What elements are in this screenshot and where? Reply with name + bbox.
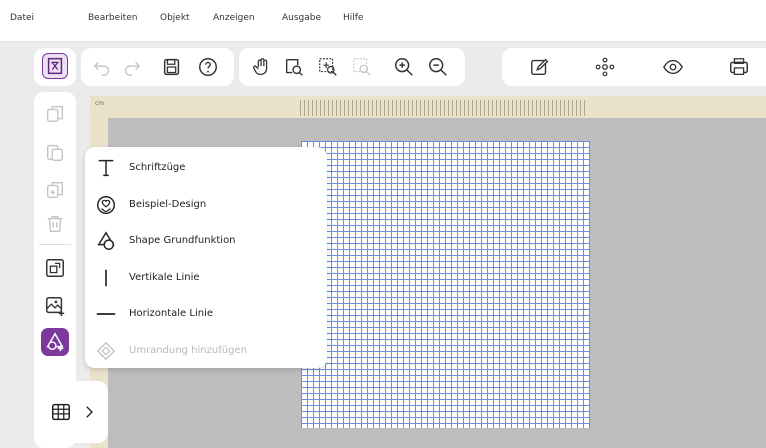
- edit-button[interactable]: [527, 54, 553, 80]
- sample-design-icon: [95, 194, 117, 216]
- horizontal-line-icon: [95, 303, 117, 325]
- preview-icon: [663, 59, 683, 75]
- delete-button[interactable]: [41, 210, 69, 238]
- border-icon: [95, 340, 117, 362]
- duplicate-icon: [46, 181, 64, 199]
- zoom-select-button[interactable]: [281, 54, 307, 80]
- menu-item-label: Schriftzüge: [129, 162, 186, 173]
- ruler-unit-label: cm: [95, 100, 105, 107]
- menu-item-label: Beispiel-Design: [129, 199, 207, 210]
- menu-objekt[interactable]: Objekt: [160, 13, 190, 23]
- menu-bearbeiten[interactable]: Bearbeiten: [88, 13, 137, 23]
- table-grid-icon: [52, 403, 70, 421]
- toolbar-group-view: [239, 48, 465, 86]
- zoom-in-button[interactable]: [391, 54, 417, 80]
- menu-item-text[interactable]: Schriftzüge: [93, 153, 323, 183]
- paste-icon: [46, 144, 64, 161]
- sheet-button[interactable]: [42, 53, 68, 79]
- add-shape-button[interactable]: [41, 328, 69, 356]
- text-icon: [95, 157, 117, 179]
- toolbar-group-mode: [502, 48, 766, 86]
- menu-item-label: Shape Grundfunktion: [129, 235, 236, 246]
- menu-item-shape[interactable]: Shape Grundfunktion: [93, 226, 323, 256]
- sheet-icon: [47, 57, 63, 75]
- menu-item-vertical-line[interactable]: Vertikale Linie: [93, 263, 323, 293]
- copy-icon: [46, 105, 64, 123]
- zoom-out-button[interactable]: [425, 54, 451, 80]
- help-button[interactable]: [195, 54, 221, 80]
- toolbar: [0, 42, 766, 92]
- duplicate-button[interactable]: [41, 176, 69, 204]
- save-button[interactable]: [159, 54, 185, 80]
- menu-bar: Datei Bearbeiten Objekt Anzeigen Ausgabe…: [0, 0, 766, 42]
- undo-icon: [93, 61, 110, 76]
- shape-icon: [95, 230, 117, 252]
- print-button[interactable]: [726, 54, 752, 80]
- zoom-fit-button[interactable]: [315, 54, 341, 80]
- resize-button[interactable]: [41, 254, 69, 282]
- add-image-icon: [46, 297, 65, 317]
- chevron-right-icon: [86, 406, 93, 418]
- move-button[interactable]: [592, 54, 618, 80]
- hand-icon: [253, 58, 268, 75]
- resize-icon: [46, 259, 64, 277]
- menu-ausgabe[interactable]: Ausgabe: [282, 13, 321, 23]
- toolbar-group-file: [81, 48, 234, 86]
- add-image-button[interactable]: [41, 292, 69, 320]
- toolbar-group-sheet: [34, 48, 76, 86]
- undo-button[interactable]: [89, 54, 115, 80]
- leftbar-divider: [39, 244, 71, 245]
- delete-icon: [47, 215, 63, 233]
- move-icon: [595, 57, 615, 77]
- redo-icon: [124, 61, 141, 76]
- hand-tool-button[interactable]: [249, 54, 275, 80]
- print-icon: [730, 58, 748, 75]
- zoom-in-icon: [395, 58, 413, 76]
- zoom-reset-button[interactable]: [349, 54, 375, 80]
- zoom-out-icon: [429, 58, 447, 76]
- ruler-ticks: [300, 100, 585, 116]
- zoom-select-icon: [285, 58, 303, 76]
- paste-button[interactable]: [41, 138, 69, 166]
- redo-button[interactable]: [119, 54, 145, 80]
- menu-anzeigen[interactable]: Anzeigen: [213, 13, 255, 23]
- shape-menu-popup: Schriftzüge Beispiel-Design Shape Grundf…: [85, 147, 327, 368]
- save-icon: [163, 58, 180, 76]
- vertical-line-icon: [95, 267, 117, 289]
- menu-item-label: Umrandung hinzufügen: [129, 345, 247, 356]
- zoom-reset-icon: [353, 58, 371, 76]
- menu-hilfe[interactable]: Hilfe: [343, 13, 363, 23]
- menu-item-label: Horizontale Linie: [129, 308, 214, 319]
- hoop-grid[interactable]: [301, 141, 590, 428]
- menu-item-add-border[interactable]: Umrandung hinzufügen: [93, 336, 323, 366]
- menu-item-sample-design[interactable]: Beispiel-Design: [93, 190, 323, 220]
- add-shape-icon: [46, 332, 64, 352]
- menu-datei[interactable]: Datei: [10, 13, 34, 23]
- edit-icon: [531, 58, 549, 76]
- copy-button[interactable]: [41, 100, 69, 128]
- menu-item-label: Vertikale Linie: [129, 272, 200, 283]
- zoom-fit-icon: [319, 58, 337, 76]
- help-icon: [199, 58, 217, 76]
- menu-item-horizontal-line[interactable]: Horizontale Linie: [93, 299, 323, 329]
- preview-button[interactable]: [660, 54, 686, 80]
- panel-toggle-button[interactable]: [34, 381, 108, 443]
